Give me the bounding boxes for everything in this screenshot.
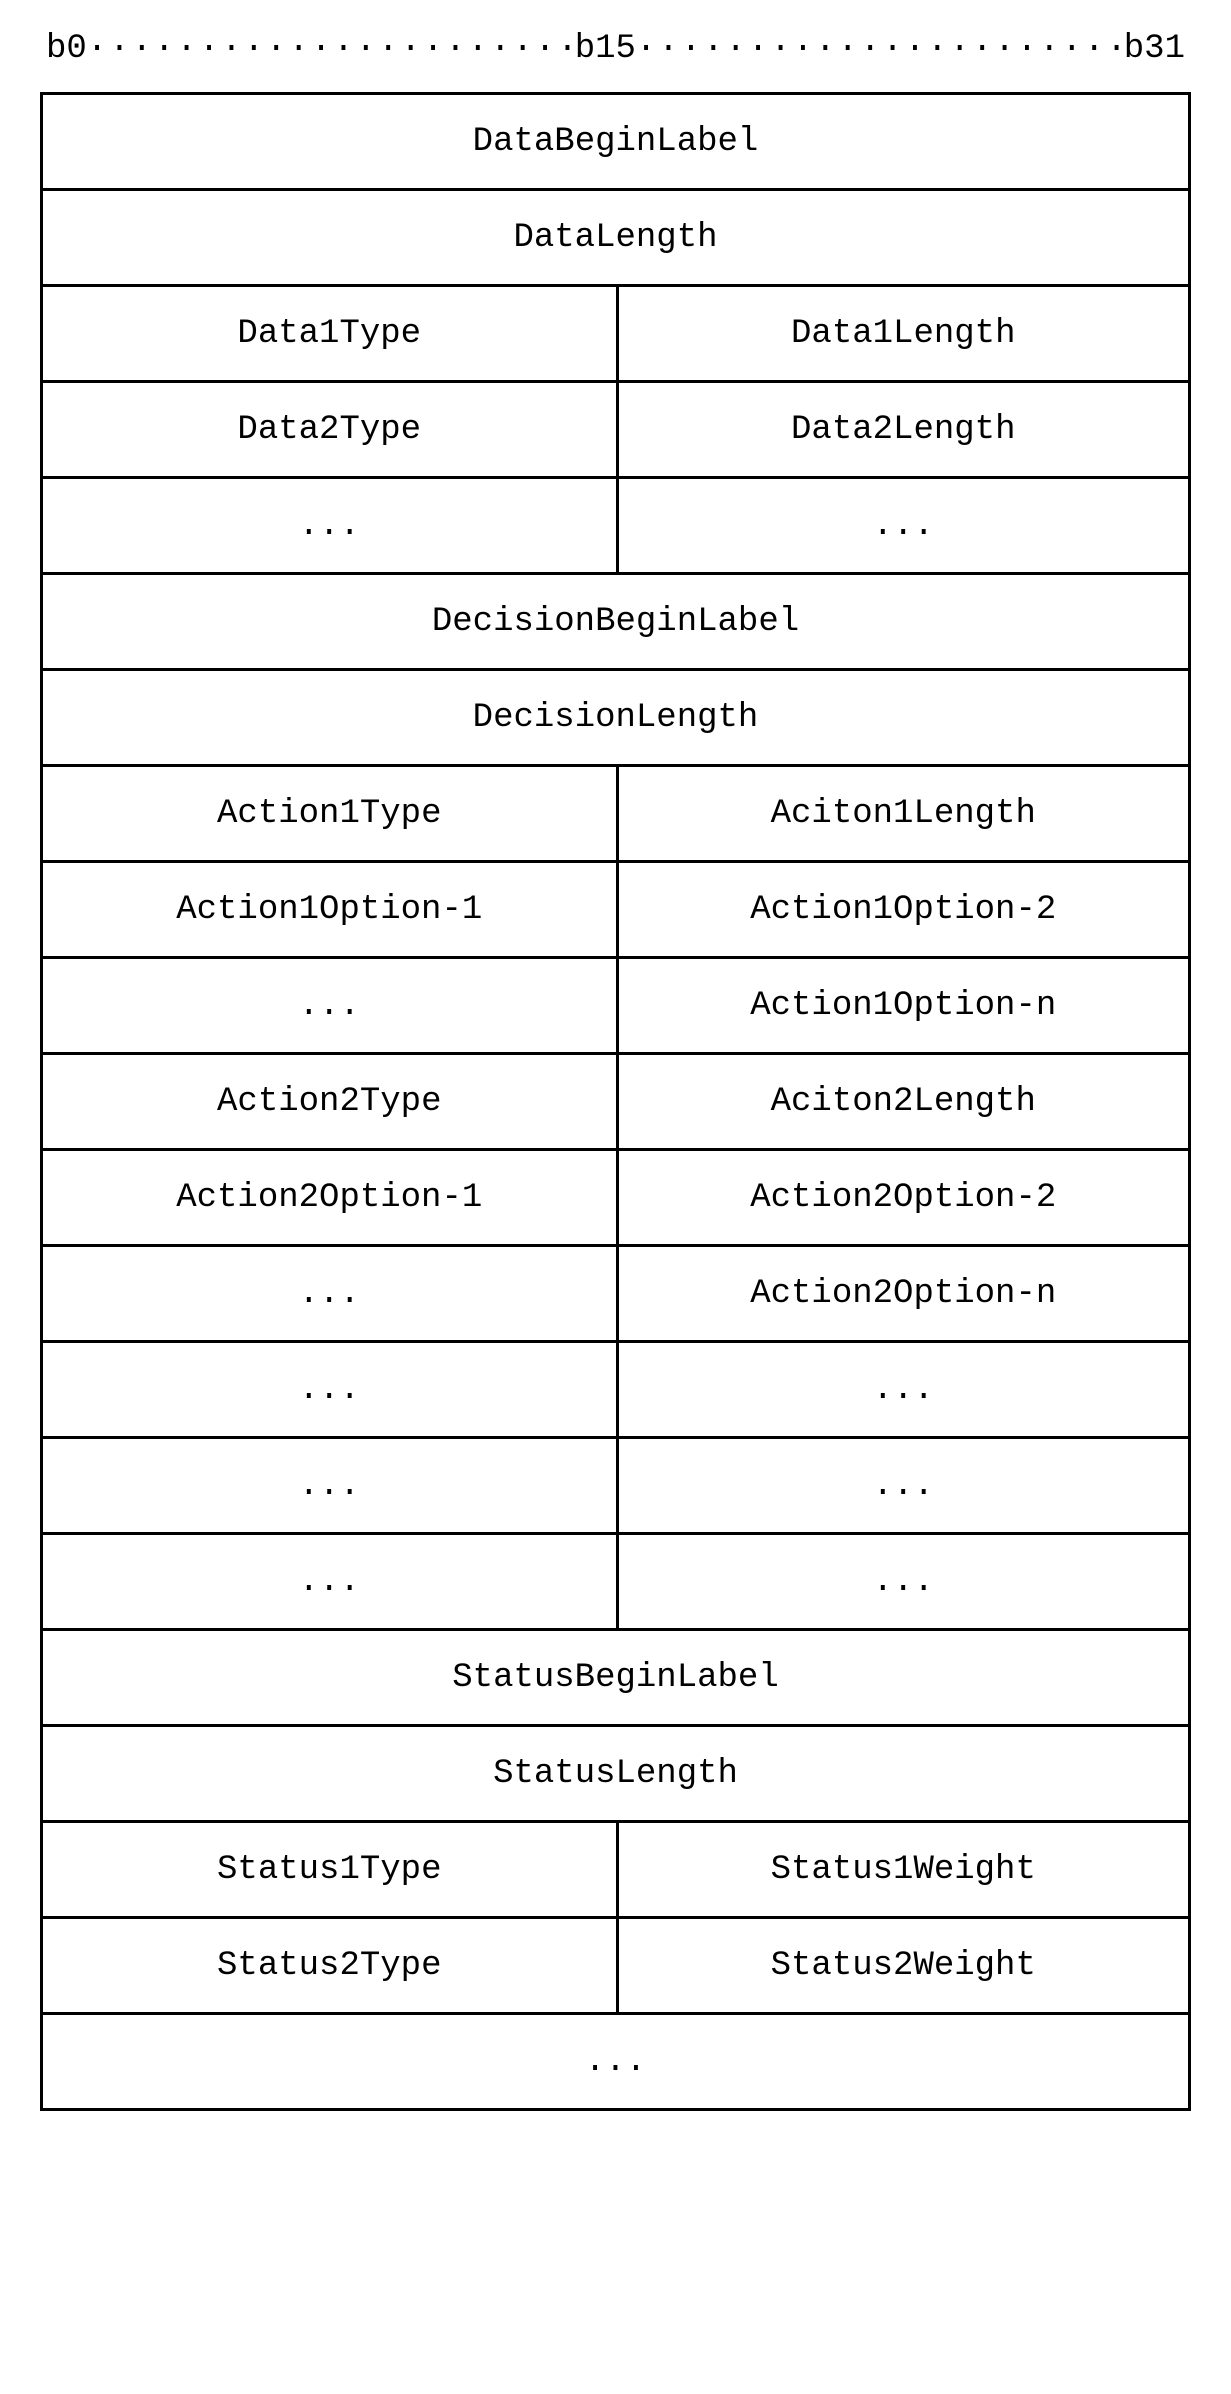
packet-row: ...Action1Option-n [43,959,1188,1055]
packet-field: ... [616,1343,1189,1436]
packet-field: StatusLength [43,1727,1188,1820]
packet-row: Action2TypeAciton2Length [43,1055,1188,1151]
packet-field: Data1Type [43,287,616,380]
packet-field: Action1Option-2 [616,863,1189,956]
packet-field: StatusBeginLabel [43,1631,1188,1724]
packet-field: ... [43,479,616,572]
packet-field: ... [43,1535,616,1628]
packet-row: Data1TypeData1Length [43,287,1188,383]
packet-field: Data2Length [616,383,1189,476]
packet-row: Action1Option-1Action1Option-2 [43,863,1188,959]
packet-row: Status1TypeStatus1Weight [43,1823,1188,1919]
packet-row: Status2TypeStatus2Weight [43,1919,1188,2015]
packet-row: DecisionLength [43,671,1188,767]
packet-field: Action1Option-n [616,959,1189,1052]
packet-field: Action2Option-1 [43,1151,616,1244]
packet-row: ...... [43,1535,1188,1631]
ruler-dots-left: ··························· [87,30,575,68]
packet-field: Status2Type [43,1919,616,2012]
packet-row: ...Action2Option-n [43,1247,1188,1343]
packet-field: ... [43,1439,616,1532]
packet-row: StatusBeginLabel [43,1631,1188,1727]
packet-field: Status1Weight [616,1823,1189,1916]
packet-row: DataLength [43,191,1188,287]
packet-row: ... [43,2015,1188,2111]
packet-field: Aciton2Length [616,1055,1189,1148]
packet-field: ... [43,2015,1188,2108]
packet-field: Action2Option-n [616,1247,1189,1340]
packet-field: DataBeginLabel [43,95,1188,188]
packet-field: DataLength [43,191,1188,284]
bit-label-15: b15 [575,30,636,68]
packet-row: ...... [43,1439,1188,1535]
packet-field: ... [616,479,1189,572]
packet-row: DataBeginLabel [43,95,1188,191]
packet-row: Data2TypeData2Length [43,383,1188,479]
bit-ruler: b0 ··························· b15 ·····… [40,30,1191,68]
packet-field: ... [616,1535,1189,1628]
packet-field: Data2Type [43,383,616,476]
packet-field: ... [43,959,616,1052]
packet-field: Status2Weight [616,1919,1189,2012]
packet-field: Data1Length [616,287,1189,380]
packet-row: StatusLength [43,1727,1188,1823]
packet-field: DecisionLength [43,671,1188,764]
packet-row: Action2Option-1Action2Option-2 [43,1151,1188,1247]
ruler-dots-right: ··························· [636,30,1124,68]
packet-field: ... [43,1247,616,1340]
packet-field: Action1Type [43,767,616,860]
packet-field: Action2Option-2 [616,1151,1189,1244]
packet-field: Action2Type [43,1055,616,1148]
packet-field: ... [616,1439,1189,1532]
packet-row: Action1TypeAciton1Length [43,767,1188,863]
packet-row: ...... [43,479,1188,575]
packet-layout-table: DataBeginLabelDataLengthData1TypeData1Le… [40,92,1191,2111]
bit-label-0: b0 [46,30,87,68]
packet-row: DecisionBeginLabel [43,575,1188,671]
packet-field: Aciton1Length [616,767,1189,860]
packet-field: Action1Option-1 [43,863,616,956]
packet-row: ...... [43,1343,1188,1439]
packet-field: DecisionBeginLabel [43,575,1188,668]
packet-field: ... [43,1343,616,1436]
packet-field: Status1Type [43,1823,616,1916]
bit-label-31: b31 [1124,30,1185,68]
